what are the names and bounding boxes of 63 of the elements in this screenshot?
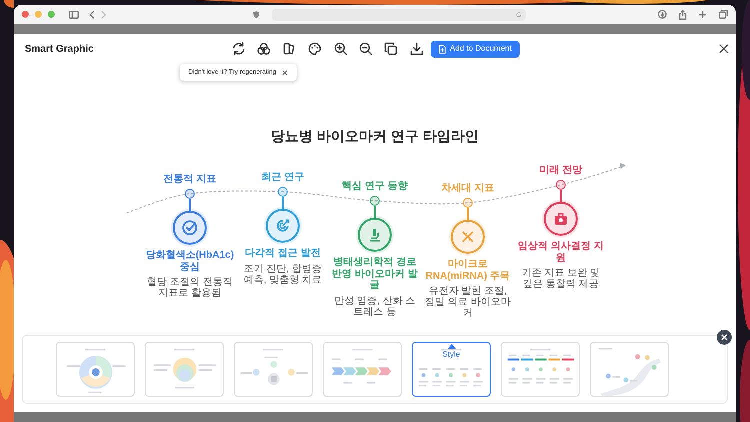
medical-kit-icon bbox=[553, 211, 569, 227]
close-icon[interactable] bbox=[282, 70, 288, 76]
connector-line bbox=[282, 197, 284, 209]
stage-title: 병태생리학적 경로 반영 바이오마커 발굴 bbox=[331, 257, 419, 292]
stage-label: 미래 전망 bbox=[540, 164, 582, 178]
connector-line bbox=[189, 199, 191, 211]
timeline-dot bbox=[278, 187, 288, 197]
stage-description: 혈당 조절의 전통적 지표로 활용됨 bbox=[146, 277, 234, 299]
close-icon[interactable] bbox=[717, 330, 732, 345]
zoom-out-icon[interactable] bbox=[358, 42, 373, 56]
target-icon bbox=[275, 218, 291, 234]
dna-icon bbox=[460, 229, 476, 245]
stage-description: 기존 지표 보완 및 깊은 통찰력 제공 bbox=[520, 268, 602, 290]
shield-icon bbox=[253, 10, 260, 18]
add-to-document-button[interactable]: Add to Document bbox=[431, 40, 520, 58]
layout-thumbnail[interactable] bbox=[501, 342, 580, 397]
timeline-dot bbox=[185, 189, 195, 199]
layout-thumbnail[interactable] bbox=[56, 342, 135, 397]
layout-thumbnail[interactable] bbox=[590, 342, 669, 397]
stage-description: 유전자 발현 조절, 정밀 의료 바이오마커 bbox=[424, 286, 512, 319]
app-title: Smart Graphic bbox=[25, 42, 95, 56]
caret-icon bbox=[448, 344, 456, 349]
tabs-icon[interactable] bbox=[719, 10, 728, 19]
palette-icon[interactable] bbox=[308, 42, 322, 56]
stage-title: 마이크로RNA(miRNA) 주목 bbox=[424, 259, 512, 282]
connector-line bbox=[467, 208, 469, 220]
copy-icon[interactable] bbox=[384, 42, 398, 56]
stage-description: 조기 진단, 합병증 예측, 맞춤형 치료 bbox=[242, 264, 324, 286]
stage-label: 차세대 지표 bbox=[442, 182, 494, 196]
layout-thumbnail[interactable] bbox=[323, 342, 402, 397]
stage-label: 전통적 지표 bbox=[164, 173, 216, 187]
share-icon[interactable] bbox=[679, 10, 687, 20]
back-icon[interactable] bbox=[89, 10, 95, 18]
panels-icon[interactable] bbox=[282, 42, 297, 56]
check-icon bbox=[182, 220, 198, 236]
timeline-dot bbox=[463, 198, 473, 208]
microscope-icon bbox=[367, 227, 383, 243]
stage-title: 당화혈색소(HbA1c) 중심 bbox=[144, 250, 236, 273]
layout-thumbnail[interactable] bbox=[234, 342, 313, 397]
window-close-button[interactable] bbox=[22, 11, 29, 18]
timeline-dot bbox=[556, 180, 566, 190]
zoom-in-icon[interactable] bbox=[334, 42, 348, 56]
stage-description: 만성 염증, 산화 스트레스 등 bbox=[333, 296, 417, 318]
stage-label: 핵심 연구 동향 bbox=[342, 180, 408, 194]
connector-line bbox=[374, 206, 376, 218]
reload-icon[interactable] bbox=[516, 12, 522, 18]
address-field[interactable] bbox=[272, 8, 526, 20]
layout-thumbnail[interactable]: Style bbox=[412, 342, 491, 397]
stage-label: 최근 연구 bbox=[262, 171, 304, 185]
sidebar-icon[interactable] bbox=[69, 10, 79, 18]
circles-icon[interactable] bbox=[257, 42, 272, 56]
style-label: Style bbox=[442, 350, 462, 359]
refresh-icon[interactable] bbox=[232, 42, 246, 56]
timeline-dot bbox=[370, 196, 380, 206]
document-plus-icon bbox=[439, 44, 446, 54]
graphic-title: 당뇨병 바이오마커 연구 타임라인 bbox=[270, 127, 480, 146]
connector-line bbox=[560, 190, 562, 202]
stage-title: 다각적 접근 발전 bbox=[244, 248, 322, 260]
close-icon[interactable] bbox=[719, 44, 729, 54]
download-icon[interactable] bbox=[410, 42, 424, 56]
layout-thumbnail[interactable] bbox=[145, 342, 224, 397]
stage-title: 임상적 의사결정 지원 bbox=[517, 241, 605, 264]
new-tab-icon[interactable] bbox=[699, 10, 707, 18]
